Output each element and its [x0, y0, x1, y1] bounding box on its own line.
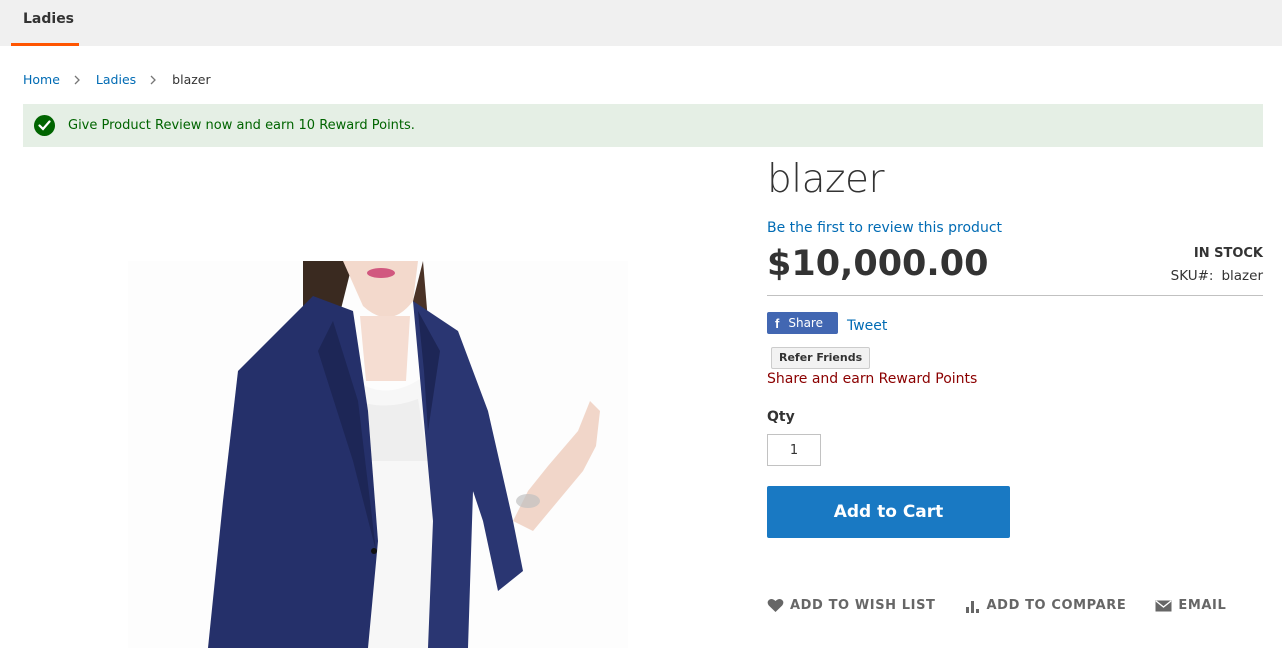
breadcrumb-current: blazer: [172, 72, 211, 87]
product-info-main: blazer Be the first to review this produ…: [767, 154, 1263, 538]
tweet-link[interactable]: Tweet: [847, 318, 887, 334]
email-label: Email: [1178, 598, 1227, 613]
success-message: Give Product Review now and earn 10 Rewa…: [23, 104, 1263, 147]
message-text: Give Product Review now and earn 10 Rewa…: [68, 118, 415, 133]
first-review-link[interactable]: Be the first to review this product: [767, 220, 1002, 236]
add-to-compare-link[interactable]: Add to Compare: [965, 598, 1127, 613]
wishlist-label: Add to Wish List: [790, 598, 936, 613]
refer-note: Share and earn Reward Points: [767, 371, 978, 387]
sku-value: blazer: [1221, 268, 1263, 284]
add-to-cart-button[interactable]: Add to Cart: [767, 486, 1010, 538]
envelope-icon: [1155, 599, 1172, 611]
email-link[interactable]: Email: [1155, 598, 1226, 613]
heart-icon: [767, 598, 784, 612]
product-sku: SKU#: blazer: [1171, 268, 1263, 284]
facebook-share-button[interactable]: f Share: [767, 312, 838, 334]
breadcrumb: Home Ladies blazer: [23, 72, 211, 87]
facebook-share-label: Share: [788, 316, 823, 330]
chevron-right-icon: [149, 74, 159, 86]
add-to-wishlist-link[interactable]: Add to Wish List: [767, 598, 936, 613]
breadcrumb-category-link[interactable]: Ladies: [96, 72, 136, 87]
product-social-links: Add to Wish List Add to Compare Email: [767, 598, 1255, 613]
breadcrumb-home-link[interactable]: Home: [23, 72, 60, 87]
social-share: f Share Tweet: [767, 311, 1263, 335]
nav-tab-ladies[interactable]: Ladies: [11, 0, 79, 46]
top-nav: Ladies: [0, 0, 1282, 46]
facebook-icon: f: [775, 315, 780, 331]
qty-label: Qty: [767, 409, 795, 425]
refer-friends-button[interactable]: Refer Friends: [771, 347, 871, 369]
sku-label: SKU#:: [1170, 268, 1214, 284]
stock-status: In stock: [1193, 246, 1263, 261]
bar-chart-icon: [965, 600, 979, 613]
price-box: $10,000.00 In stock SKU#: blazer: [767, 244, 1263, 296]
compare-label: Add to Compare: [986, 598, 1127, 613]
product-image[interactable]: [128, 261, 628, 648]
product-title: blazer: [767, 157, 885, 202]
chevron-right-icon: [73, 74, 83, 86]
qty-input[interactable]: [767, 434, 821, 466]
checkmark-icon: [34, 115, 55, 136]
product-price: $10,000.00: [767, 244, 989, 284]
